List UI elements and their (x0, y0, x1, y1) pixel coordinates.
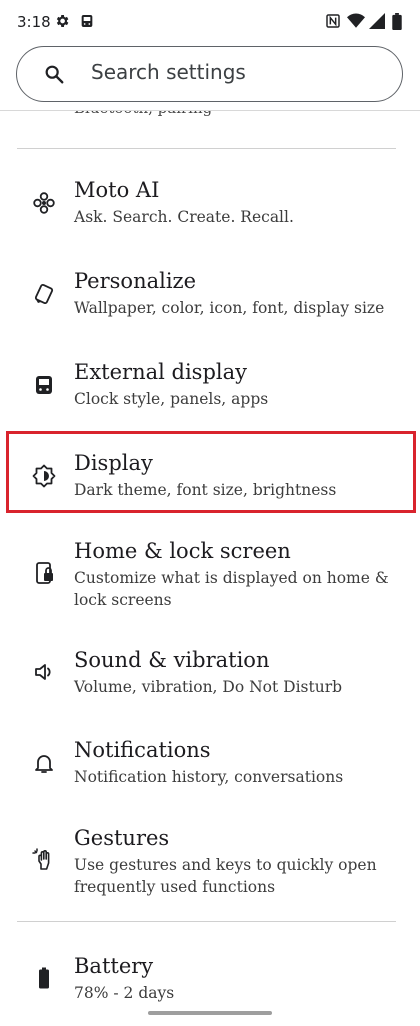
item-title: Home & lock screen (74, 539, 291, 563)
bell-icon (32, 751, 56, 775)
gesture-hand-icon (32, 848, 56, 872)
nfc-icon (325, 13, 341, 33)
item-subtitle: Clock style, panels, apps (74, 390, 269, 408)
item-subtitle: Customize what is displayed on home & lo… (74, 569, 389, 609)
item-subtitle: Dark theme, font size, brightness (74, 481, 337, 499)
item-title: Gestures (74, 826, 170, 850)
item-title: Notifications (74, 738, 211, 762)
external-display-icon (32, 373, 56, 397)
item-subtitle: Wallpaper, color, icon, font, display si… (74, 299, 385, 317)
wifi-icon (347, 13, 365, 33)
battery-icon (32, 966, 56, 990)
item-title: Moto AI (74, 178, 160, 202)
settings-item-display[interactable]: Display Dark theme, font size, brightnes… (0, 451, 420, 505)
item-title: Display (74, 451, 153, 475)
search-placeholder: Search settings (91, 60, 246, 84)
item-subtitle: Use gestures and keys to quickly open fr… (74, 856, 377, 896)
item-title: Personalize (74, 269, 197, 293)
settings-item-home-lock-screen[interactable]: Home & lock screen Customize what is dis… (0, 539, 420, 611)
search-icon (43, 63, 65, 89)
display-brightness-icon (32, 464, 56, 488)
settings-item-sound-vibration[interactable]: Sound & vibration Volume, vibration, Do … (0, 648, 420, 702)
personalize-icon (32, 282, 56, 306)
settings-item-moto-ai[interactable]: Moto AI Ask. Search. Create. Recall. (0, 178, 420, 232)
battery-status-icon (392, 13, 402, 34)
section-divider (17, 921, 396, 922)
status-time: 3:18 (17, 13, 51, 31)
item-title: External display (74, 360, 247, 384)
search-divider (0, 110, 420, 111)
item-title: Sound & vibration (74, 648, 270, 672)
search-area: Search settings (0, 46, 420, 110)
item-subtitle: Ask. Search. Create. Recall. (74, 208, 294, 226)
settings-item-personalize[interactable]: Personalize Wallpaper, color, icon, font… (0, 269, 420, 323)
home-lock-screen-icon (32, 561, 56, 585)
moto-ai-icon (32, 191, 56, 215)
settings-item-battery[interactable]: Battery 78% - 2 days (0, 954, 420, 1008)
settings-item-external-display[interactable]: External display Clock style, panels, ap… (0, 360, 420, 414)
search-bar[interactable]: Search settings (16, 46, 403, 102)
item-subtitle: Notification history, conversations (74, 768, 344, 786)
gear-icon (54, 13, 70, 33)
cast-icon (79, 13, 95, 33)
item-subtitle: 78% - 2 days (74, 984, 175, 1002)
speaker-icon (32, 660, 56, 684)
item-subtitle: Volume, vibration, Do Not Disturb (74, 678, 343, 696)
item-title: Battery (74, 954, 154, 978)
settings-item-gestures[interactable]: Gestures Use gestures and keys to quickl… (0, 826, 420, 898)
signal-icon (369, 13, 385, 33)
status-bar: 3:18 (0, 0, 420, 46)
section-divider (17, 148, 396, 149)
settings-item-notifications[interactable]: Notifications Notification history, conv… (0, 738, 420, 792)
gesture-nav-handle[interactable] (148, 1011, 272, 1015)
